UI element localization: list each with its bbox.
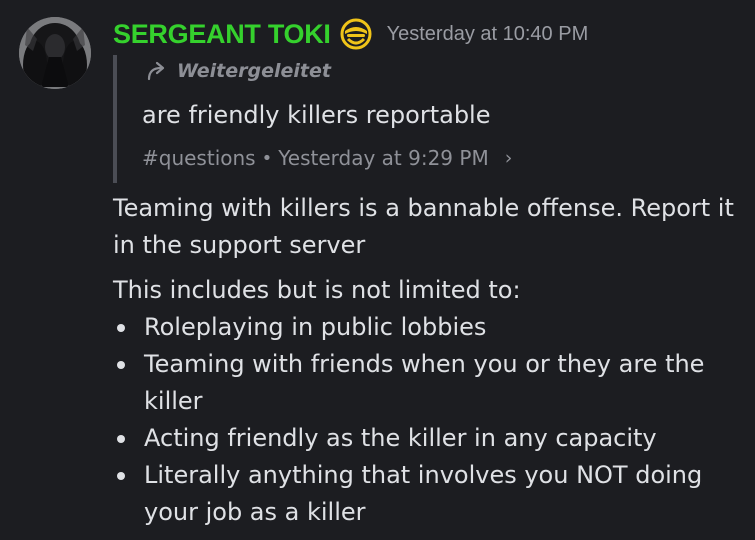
message-paragraph: Teaming with killers is a bannable offen…	[113, 194, 734, 259]
avatar-image	[19, 17, 91, 89]
role-helmet-badge-icon[interactable]	[339, 17, 373, 51]
list-item: Acting friendly as the killer in any cap…	[113, 420, 738, 457]
list-item: Teaming with friends when you or they ar…	[113, 346, 738, 420]
forwarded-source[interactable]: #questions • Yesterday at 9:29 PM ›	[142, 146, 512, 170]
message-body: Teaming with killers is a bannable offen…	[113, 190, 738, 531]
author-username[interactable]: SERGEANT TOKI	[113, 19, 331, 50]
list-item: Literally anything that involves you NOT…	[113, 457, 738, 531]
message-header: SERGEANT TOKI Yesterday at 10:40 PM	[113, 14, 588, 54]
source-timestamp[interactable]: Yesterday at 9:29 PM	[278, 146, 489, 170]
source-channel-link[interactable]: #questions	[142, 146, 256, 170]
author-avatar[interactable]	[19, 17, 91, 89]
rules-list: Roleplaying in public lobbies Teaming wi…	[113, 309, 738, 531]
message-paragraph: This includes but is not limited to:	[113, 276, 521, 304]
meta-separator: •	[261, 147, 273, 169]
forwarded-message-block[interactable]: Weitergeleitet are friendly killers repo…	[113, 55, 557, 183]
forward-arrow-icon	[147, 61, 165, 81]
forwarded-content: are friendly killers reportable	[142, 101, 491, 129]
chevron-right-icon[interactable]: ›	[505, 147, 513, 169]
message-timestamp[interactable]: Yesterday at 10:40 PM	[387, 23, 589, 46]
list-item: Roleplaying in public lobbies	[113, 309, 738, 346]
forwarded-label: Weitergeleitet	[145, 59, 331, 83]
chat-message: SERGEANT TOKI Yesterday at 10:40 PM Weit…	[0, 0, 755, 540]
forwarded-label-text: Weitergeleitet	[177, 60, 331, 82]
